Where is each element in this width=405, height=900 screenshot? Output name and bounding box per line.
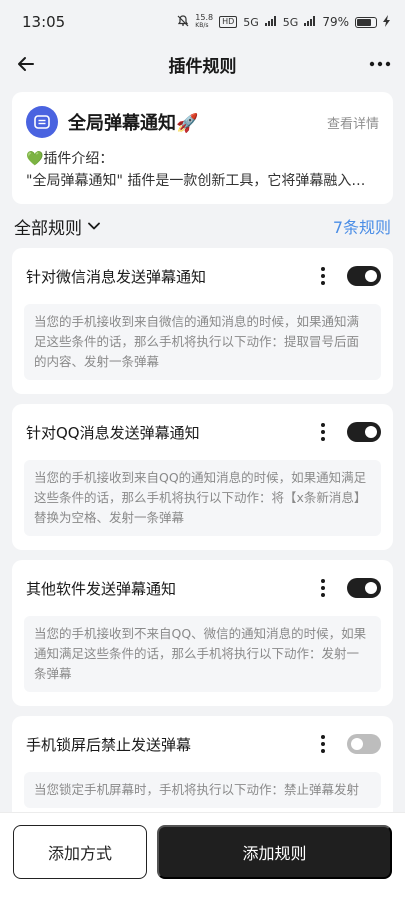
rule-toggle[interactable] bbox=[347, 578, 381, 598]
more-vertical-icon bbox=[321, 267, 325, 285]
more-vertical-icon bbox=[321, 735, 325, 753]
rule-card[interactable]: 手机锁屏后禁止发送弹幕 当您锁定手机屏幕时，手机将执行以下动作：禁止弹幕发射 bbox=[12, 716, 393, 822]
rule-toggle[interactable] bbox=[347, 266, 381, 286]
network-speed: 15.8 KB/s bbox=[195, 13, 214, 30]
page-title: 插件规则 bbox=[168, 56, 237, 77]
plugin-intro-label: 💚插件介绍： bbox=[26, 151, 114, 167]
rules-filter-dropdown[interactable]: 全部规则 bbox=[14, 214, 100, 239]
rules-header: 全部规则 7条规则 bbox=[0, 204, 405, 248]
battery-percent: 79% bbox=[322, 15, 349, 29]
signal-icon-2: 5G bbox=[282, 15, 299, 29]
plugin-name: 全局弹幕通知🚀 bbox=[68, 113, 199, 134]
hd-icon: HD bbox=[219, 16, 238, 28]
rule-title: 针对QQ消息发送弹幕通知 bbox=[26, 423, 200, 442]
more-button[interactable] bbox=[369, 61, 391, 67]
plugin-logo-icon bbox=[26, 106, 58, 138]
status-time: 13:05 bbox=[22, 13, 66, 31]
battery-icon bbox=[355, 16, 377, 28]
more-vertical-icon bbox=[321, 423, 325, 441]
rule-card[interactable]: 针对QQ消息发送弹幕通知 当您的手机接收到来自QQ的通知消息的时候，如果通知满足… bbox=[12, 404, 393, 550]
bottom-action-bar: 添加方式 添加规则 bbox=[0, 812, 405, 900]
status-bar: 13:05 15.8 KB/s HD 5G 5G 79% bbox=[0, 0, 405, 44]
signal-bars-icon-2 bbox=[304, 15, 316, 29]
more-horizontal-icon bbox=[369, 61, 391, 67]
plugin-intro-text: "全局弹幕通知" 插件是一款创新工具，它将弹幕融入通知之中 bbox=[26, 173, 379, 189]
rule-title: 其他软件发送弹幕通知 bbox=[26, 579, 177, 598]
view-details-link[interactable]: 查看详情 bbox=[327, 113, 379, 132]
rule-menu-button[interactable] bbox=[313, 423, 333, 441]
rule-description: 当您的手机接收到来自微信的通知消息的时候，如果通知满足这些条件的话，那么手机将执… bbox=[24, 304, 381, 380]
plugin-header: 全局弹幕通知🚀 查看详情 bbox=[26, 106, 379, 138]
chevron-down-icon bbox=[88, 222, 100, 230]
rule-description: 当您锁定手机屏幕时，手机将执行以下动作：禁止弹幕发射 bbox=[24, 772, 381, 808]
status-icons: 15.8 KB/s HD 5G 5G 79% bbox=[177, 14, 391, 30]
rule-title: 针对微信消息发送弹幕通知 bbox=[26, 267, 207, 286]
nav-bar: 插件规则 bbox=[0, 44, 405, 84]
rule-toggle[interactable] bbox=[347, 734, 381, 754]
arrow-left-icon bbox=[18, 57, 34, 71]
rule-title: 手机锁屏后禁止发送弹幕 bbox=[26, 735, 192, 754]
add-method-button[interactable]: 添加方式 bbox=[13, 825, 147, 879]
back-button[interactable] bbox=[16, 54, 36, 74]
plugin-info-card: 全局弹幕通知🚀 查看详情 💚插件介绍： "全局弹幕通知" 插件是一款创新工具，它… bbox=[12, 92, 393, 204]
signal-icon-1: 5G bbox=[243, 15, 259, 29]
rule-card[interactable]: 针对微信消息发送弹幕通知 当您的手机接收到来自微信的通知消息的时候，如果通知满足… bbox=[12, 248, 393, 394]
rule-description: 当您的手机接收到来自QQ的通知消息的时候，如果通知满足这些条件的话，那么手机将执… bbox=[24, 460, 381, 536]
mute-icon bbox=[177, 14, 189, 30]
rule-toggle[interactable] bbox=[347, 422, 381, 442]
charging-icon bbox=[383, 14, 391, 30]
rule-menu-button[interactable] bbox=[313, 267, 333, 285]
rule-menu-button[interactable] bbox=[313, 579, 333, 597]
more-vertical-icon bbox=[321, 579, 325, 597]
rule-menu-button[interactable] bbox=[313, 735, 333, 753]
rule-card[interactable]: 其他软件发送弹幕通知 当您的手机接收到不来自QQ、微信的通知消息的时候，如果通知… bbox=[12, 560, 393, 706]
add-rule-button[interactable]: 添加规则 bbox=[157, 825, 392, 879]
rules-list: 针对微信消息发送弹幕通知 当您的手机接收到来自微信的通知消息的时候，如果通知满足… bbox=[0, 248, 405, 822]
rule-description: 当您的手机接收到不来自QQ、微信的通知消息的时候，如果通知满足这些条件的话，那么… bbox=[24, 616, 381, 692]
signal-bars-icon bbox=[264, 15, 277, 29]
rules-count: 7条规则 bbox=[332, 218, 391, 237]
rules-filter-label: 全部规则 bbox=[14, 218, 82, 239]
